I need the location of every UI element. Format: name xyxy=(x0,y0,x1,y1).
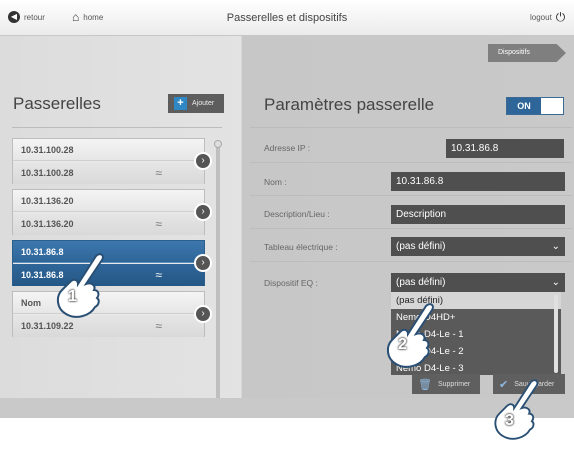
eq-device-label: Dispositif EQ : xyxy=(264,278,318,288)
eq-device-select[interactable]: (pas défini) ⌄ xyxy=(391,273,565,292)
gateway-name: 10.31.100.28 xyxy=(13,139,204,161)
electric-panel-value: (pas défini) xyxy=(396,241,446,252)
divider xyxy=(250,127,572,128)
step-number-1: 1 xyxy=(68,288,77,305)
trash-icon: 🗑 xyxy=(418,378,432,391)
chevron-right-icon[interactable]: › xyxy=(194,152,212,170)
chevron-down-icon: ⌄ xyxy=(551,241,560,252)
chevron-down-icon: ⌄ xyxy=(551,277,560,288)
dropdown-scrollbar[interactable] xyxy=(554,295,558,373)
step-number-3: 3 xyxy=(505,412,514,429)
power-icon: ⏻ xyxy=(555,10,566,24)
divider xyxy=(12,127,222,128)
pointing-hand-icon xyxy=(494,379,539,440)
page-title: Passerelles et dispositifs xyxy=(226,12,348,24)
gateway-ip: 10.31.100.28 xyxy=(13,162,204,184)
electric-panel-select[interactable]: (pas défini) ⌄ xyxy=(391,237,565,256)
gateway-name: 10.31.136.20 xyxy=(13,190,204,212)
description-field[interactable]: Description xyxy=(391,205,565,224)
step-number-2: 2 xyxy=(398,336,407,353)
divider xyxy=(250,228,572,229)
pointing-hand-icon xyxy=(386,303,434,368)
logout-label: logout xyxy=(530,12,552,22)
add-gateway-button[interactable]: + Ajouter xyxy=(168,94,224,113)
add-label: Ajouter xyxy=(192,100,215,107)
description-label: Description/Lieu : xyxy=(264,209,330,219)
electric-panel-label: Tableau électrique : xyxy=(264,242,338,252)
toggle-on-label: ON xyxy=(507,98,541,114)
list-scroll-knob[interactable] xyxy=(214,140,222,148)
divider xyxy=(250,162,572,163)
wifi-icon: ≈ xyxy=(155,268,162,282)
gateways-title: Passerelles xyxy=(13,94,101,113)
name-field[interactable]: 10.31.86.8 xyxy=(391,172,565,191)
delete-label: Supprimer xyxy=(437,380,471,388)
settings-title: Paramètres passerelle xyxy=(264,95,435,114)
dispositifs-tab[interactable]: Dispositifs xyxy=(488,44,566,62)
top-bar: ◀ retour ⌂ home Passerelles et dispositi… xyxy=(0,0,574,36)
divider xyxy=(250,195,572,196)
logout-button[interactable]: logout ⏻ xyxy=(530,11,565,23)
delete-button[interactable]: 🗑 Supprimer xyxy=(412,374,480,394)
pointing-hand-icon xyxy=(56,253,104,318)
wifi-icon: ≈ xyxy=(155,217,162,231)
gateway-ip: 10.31.136.20 xyxy=(13,213,204,235)
app-window: ◀ retour ⌂ home Passerelles et dispositi… xyxy=(0,0,574,418)
chevron-right-icon[interactable]: › xyxy=(194,203,212,221)
list-scrollbar[interactable] xyxy=(216,143,220,418)
gateway-toggle[interactable]: ON xyxy=(506,97,564,115)
chevron-right-icon[interactable]: › xyxy=(194,305,212,323)
gateway-card[interactable]: 10.31.136.20 10.31.136.20 ≈ › xyxy=(12,189,212,235)
chevron-right-icon[interactable]: › xyxy=(194,254,212,272)
ip-label: Adresse IP : xyxy=(264,143,311,153)
ip-field[interactable]: 10.31.86.8 xyxy=(446,139,564,158)
name-label: Nom : xyxy=(264,177,287,187)
wifi-icon: ≈ xyxy=(155,319,162,333)
plus-icon: + xyxy=(174,97,187,110)
gateway-card[interactable]: 10.31.100.28 10.31.100.28 ≈ › xyxy=(12,138,212,184)
eq-device-value: (pas défini) xyxy=(396,277,446,288)
divider xyxy=(250,261,572,262)
wifi-icon: ≈ xyxy=(155,166,162,180)
